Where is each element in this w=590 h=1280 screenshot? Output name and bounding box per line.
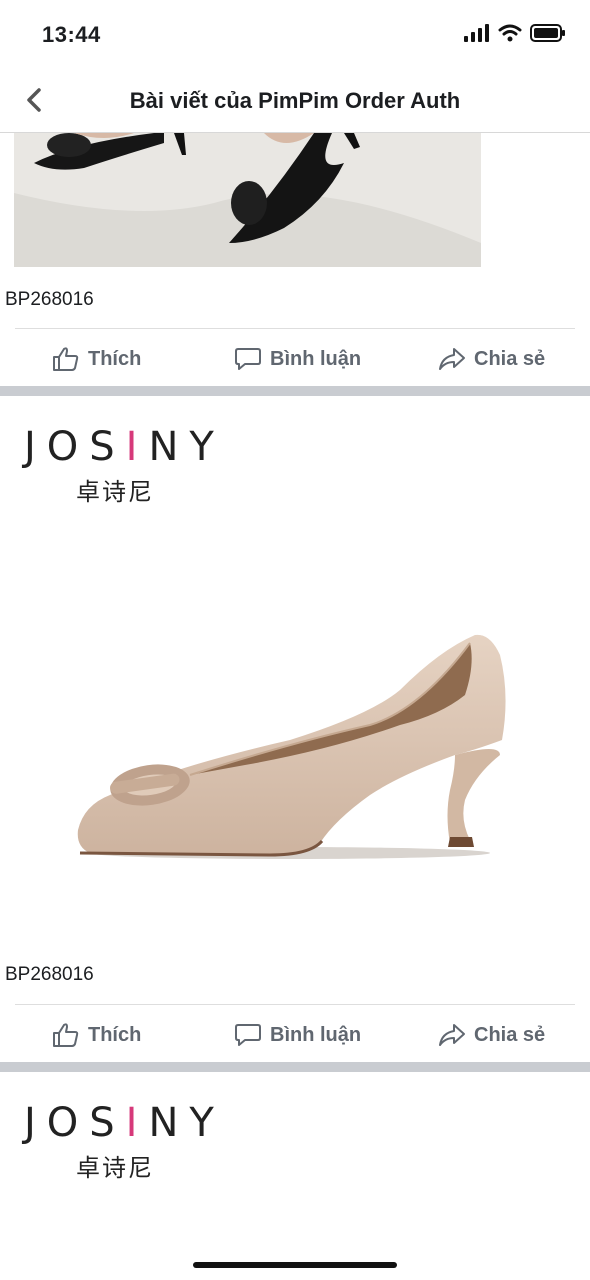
- brand-name: JOSINY: [24, 424, 225, 470]
- post-actions: Thích Bình luận Chia sẻ: [0, 332, 590, 386]
- share-label: Chia sẻ: [474, 1023, 546, 1046]
- share-button[interactable]: Chia sẻ: [438, 1008, 545, 1062]
- post-image[interactable]: [14, 133, 481, 267]
- comment-icon: [235, 1024, 261, 1046]
- nav-bar: Bài viết của PimPim Order Auth: [0, 70, 590, 133]
- comment-button[interactable]: Bình luận: [234, 332, 361, 386]
- post-caption: BP268016: [5, 289, 94, 310]
- comment-button[interactable]: Bình luận: [234, 1008, 361, 1062]
- post-image[interactable]: [70, 625, 520, 865]
- comment-icon: [235, 348, 261, 370]
- brand-chinese: 卓诗尼: [76, 1154, 154, 1182]
- post-actions: Thích Bình luận Chia sẻ: [0, 1008, 590, 1062]
- wifi-icon: [498, 24, 522, 42]
- brand-logo: JOSINY 卓诗尼: [24, 1100, 225, 1183]
- black-shoes-image: [14, 133, 481, 267]
- status-time: 13:44: [42, 22, 101, 47]
- like-button[interactable]: Thích: [52, 1008, 141, 1062]
- battery-icon: [530, 24, 565, 42]
- share-icon: [439, 1024, 465, 1046]
- signal-icon: [464, 24, 489, 42]
- divider: [15, 1004, 575, 1005]
- share-button[interactable]: Chia sẻ: [438, 332, 545, 386]
- home-indicator[interactable]: [193, 1262, 397, 1268]
- comment-label: Bình luận: [270, 347, 362, 370]
- brand-logo: JOSINY 卓诗尼: [24, 424, 225, 507]
- page-title: Bài viết của PimPim Order Auth: [129, 88, 461, 113]
- thumbs-up-icon: [53, 347, 79, 371]
- like-label: Thích: [88, 1023, 142, 1046]
- comment-label: Bình luận: [270, 1023, 362, 1046]
- like-label: Thích: [88, 347, 142, 370]
- status-icons: [464, 24, 566, 42]
- share-icon: [439, 348, 465, 370]
- feed-separator: [0, 1062, 590, 1072]
- share-label: Chia sẻ: [474, 347, 546, 370]
- brand-name: JOSINY: [24, 1100, 225, 1146]
- nude-pump-image: [77, 634, 506, 859]
- post-caption: BP268016: [5, 964, 94, 985]
- like-button[interactable]: Thích: [52, 332, 141, 386]
- divider: [15, 328, 575, 329]
- thumbs-up-icon: [53, 1023, 79, 1047]
- feed-separator: [0, 386, 590, 396]
- brand-chinese: 卓诗尼: [76, 478, 154, 506]
- status-bar: 13:44: [0, 0, 590, 70]
